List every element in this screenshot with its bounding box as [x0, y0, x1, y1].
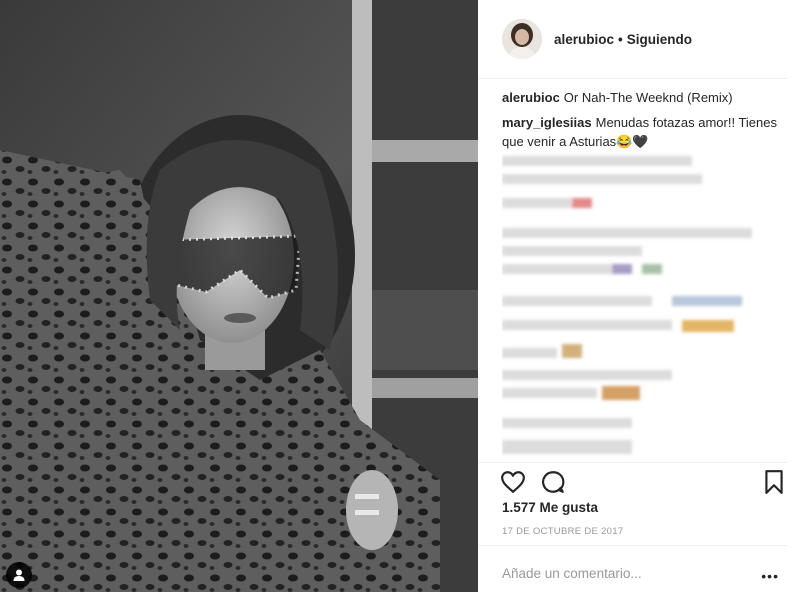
- blurred-comment: [502, 440, 632, 454]
- caption: alerubioc Or Nah-The Weeknd (Remix): [502, 88, 787, 107]
- comment-item: mary_iglesiias Menudas fotazas amor!! Tie…: [502, 113, 787, 151]
- blurred-comment: [502, 174, 702, 184]
- caption-text: Or Nah-The Weeknd (Remix): [563, 90, 733, 105]
- blurred-comment: [502, 296, 652, 306]
- instagram-post: alerubioc • Siguiendo alerubioc Or Nah-The …: [0, 0, 795, 592]
- blurred-emoji: [682, 320, 734, 332]
- tag-people-button[interactable]: [6, 562, 32, 588]
- blurred-comment: [672, 296, 742, 306]
- blurred-emoji: [572, 198, 592, 208]
- blurred-comment: [502, 370, 672, 380]
- comment-username[interactable]: mary_iglesiias: [502, 115, 592, 130]
- blurred-comment: [502, 264, 612, 274]
- likes-count[interactable]: 1.577 Me gusta: [502, 500, 598, 515]
- person-tag-icon: [13, 569, 25, 581]
- caption-username[interactable]: alerubioc: [502, 90, 560, 105]
- blurred-comment: [502, 246, 642, 256]
- blurred-emoji: [602, 386, 640, 400]
- blurred-comment: [502, 348, 557, 358]
- blurred-comment: [502, 228, 752, 238]
- heart-icon[interactable]: [500, 469, 526, 495]
- blurred-emoji: [612, 264, 632, 274]
- avatar-image: [502, 19, 542, 59]
- blurred-comment: [502, 320, 672, 330]
- blurred-comment: [502, 156, 692, 166]
- follow-status-button[interactable]: Siguiendo: [627, 32, 692, 47]
- add-comment-bar: Añade un comentario... •••: [478, 545, 787, 593]
- post-header: alerubioc • Siguiendo: [478, 0, 787, 79]
- header-separator: •: [618, 31, 623, 47]
- blurred-comment: [502, 388, 597, 398]
- comment-input[interactable]: Añade un comentario...: [502, 566, 642, 581]
- post-photo[interactable]: [0, 0, 478, 592]
- action-bar: [478, 462, 787, 503]
- blurred-emoji: [642, 264, 662, 274]
- comments-list[interactable]: alerubioc Or Nah-The Weeknd (Remix) mary_…: [502, 88, 787, 460]
- blurred-comment: [502, 198, 572, 208]
- header-username[interactable]: alerubioc: [554, 32, 614, 47]
- avatar[interactable]: [502, 19, 542, 59]
- bookmark-icon[interactable]: [761, 469, 787, 495]
- photo-image: [0, 0, 478, 592]
- header-text: alerubioc • Siguiendo: [554, 32, 692, 47]
- post-side-panel: alerubioc • Siguiendo alerubioc Or Nah-The …: [478, 0, 795, 592]
- post-date: 17 DE OCTUBRE DE 2017: [502, 526, 624, 537]
- comment-bubble-icon[interactable]: [540, 469, 566, 495]
- blurred-emoji: [562, 344, 582, 358]
- more-options-button[interactable]: •••: [761, 568, 779, 584]
- blurred-comment: [502, 418, 632, 428]
